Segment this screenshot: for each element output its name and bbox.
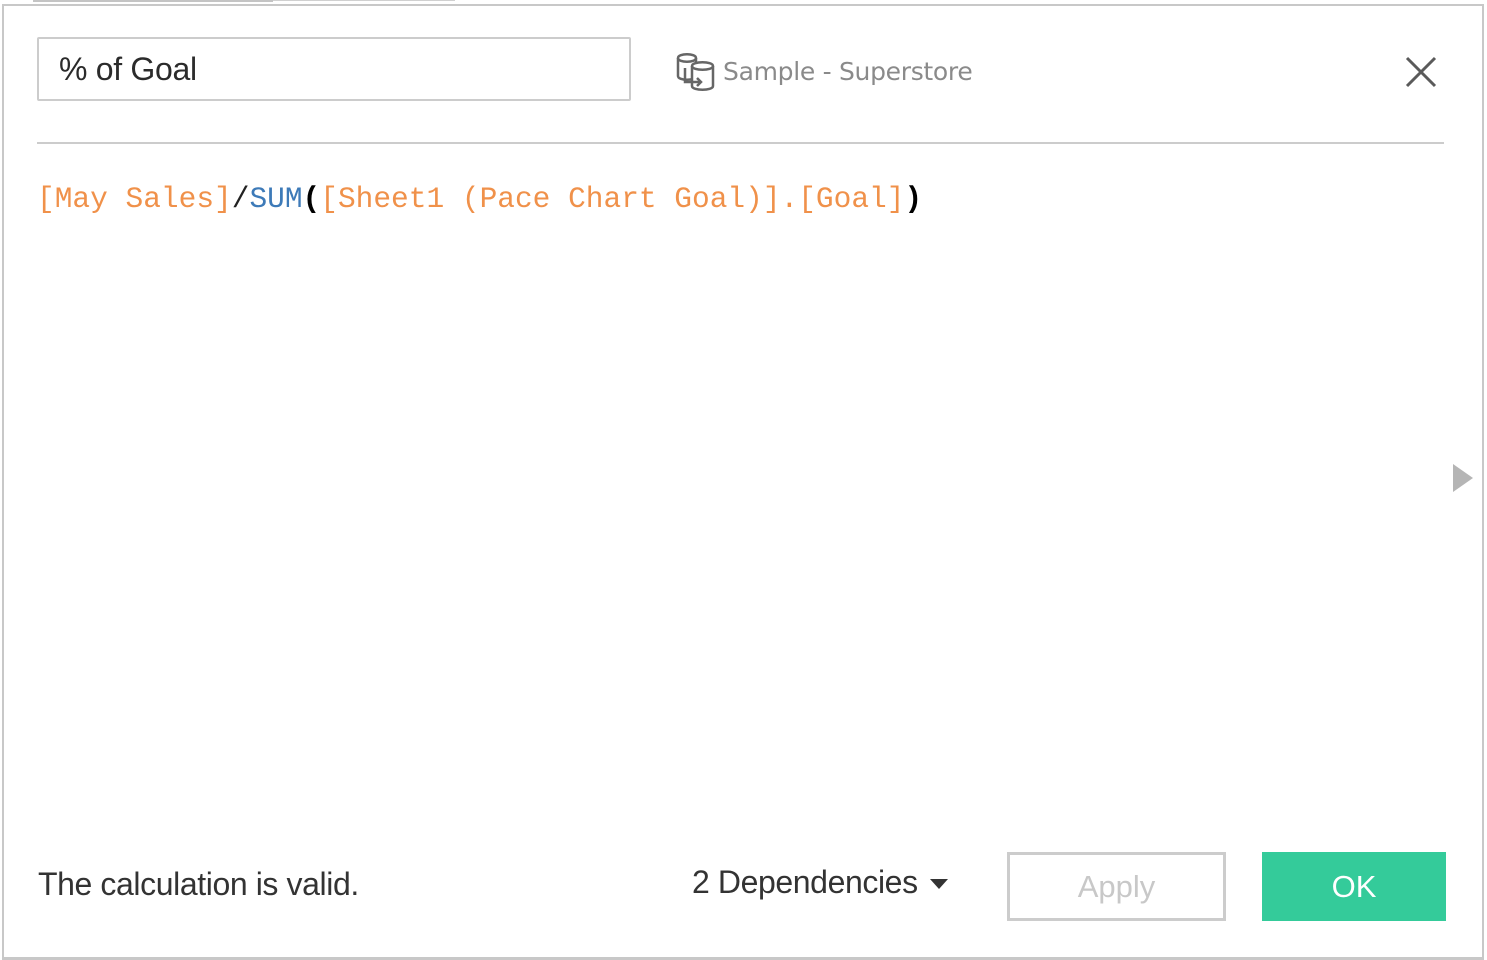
formula-editor[interactable]: [May Sales]/SUM([Sheet1 (Pace Chart Goal… bbox=[37, 182, 1437, 822]
close-icon[interactable] bbox=[1403, 54, 1439, 90]
dependencies-dropdown[interactable]: 2 Dependencies bbox=[692, 864, 948, 901]
tab-strip-active bbox=[33, 0, 273, 2]
calculation-name-input[interactable] bbox=[37, 37, 631, 101]
ok-button[interactable]: OK bbox=[1262, 852, 1446, 921]
formula-token-paren-close: ) bbox=[904, 182, 923, 216]
formula-token-field: [May Sales] bbox=[37, 182, 232, 216]
formula-token-field: [Sheet1 (Pace Chart Goal)].[Goal] bbox=[320, 182, 905, 216]
data-source-icon bbox=[676, 53, 715, 91]
caret-down-icon bbox=[929, 878, 948, 889]
datasource-indicator: Sample - Superstore bbox=[673, 48, 973, 94]
validation-status: The calculation is valid. bbox=[38, 866, 359, 902]
dependencies-label: 2 Dependencies bbox=[692, 864, 918, 900]
tab-strip bbox=[273, 0, 455, 1]
formula-token-function: SUM bbox=[249, 182, 303, 216]
formula-token-operator: / bbox=[231, 182, 250, 216]
datasource-label: Sample - Superstore bbox=[723, 56, 973, 86]
expand-panel-arrow-icon[interactable] bbox=[1453, 464, 1473, 492]
formula-token-paren-open: ( bbox=[302, 182, 321, 216]
apply-button[interactable]: Apply bbox=[1007, 852, 1226, 921]
header-divider bbox=[37, 142, 1444, 144]
